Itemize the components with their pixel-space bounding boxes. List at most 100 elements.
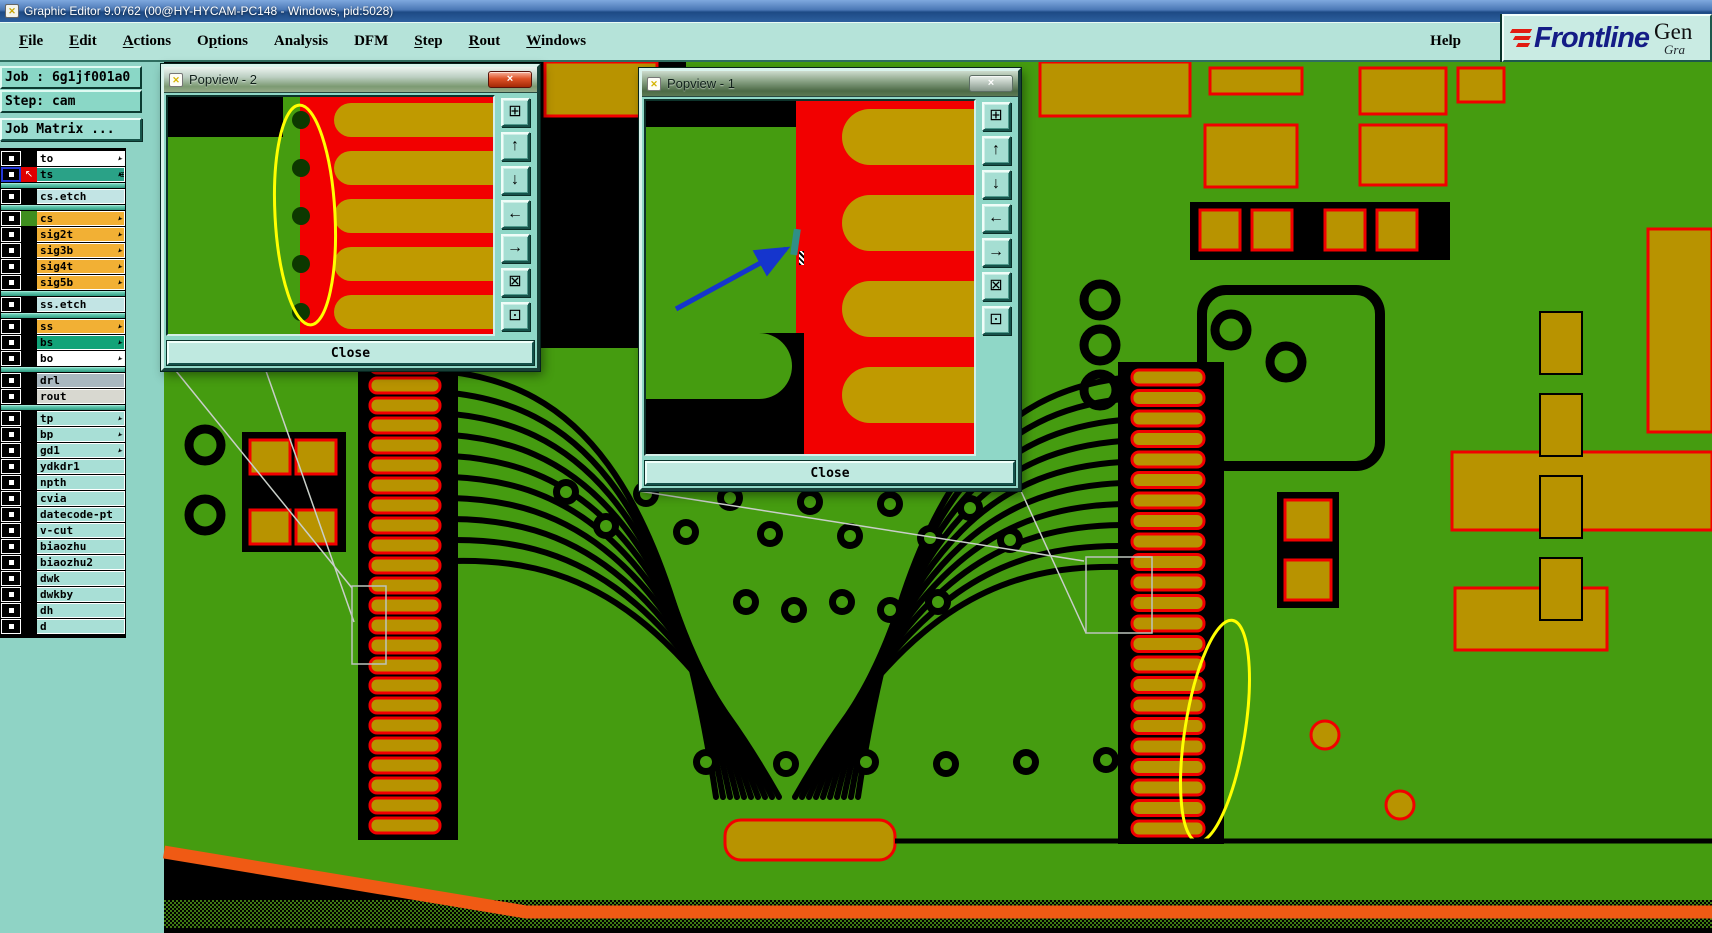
layer-visibility-checkbox[interactable] (1, 167, 21, 182)
layer-visibility-checkbox[interactable] (1, 523, 21, 538)
layer-color-swatch[interactable] (21, 571, 37, 586)
layer-name[interactable]: dwkby (37, 587, 125, 602)
layer-name[interactable]: d (37, 619, 125, 634)
layer-color-swatch[interactable] (21, 411, 37, 426)
layer-name[interactable]: rout (37, 389, 125, 404)
layer-visibility-checkbox[interactable] (1, 227, 21, 242)
layer-context-arrow-icon[interactable]: ➤ (113, 261, 124, 272)
layer-name[interactable]: bp ➤ (37, 427, 125, 442)
layer-color-swatch[interactable] (21, 319, 37, 334)
layer-context-arrow-icon[interactable]: ➤ (113, 229, 124, 240)
layer-visibility-checkbox[interactable] (1, 259, 21, 274)
zoom-fit-icon[interactable]: ⊠ (981, 272, 1011, 301)
layer-color-swatch[interactable] (21, 491, 37, 506)
layer-color-swatch[interactable] (21, 151, 37, 166)
layer-visibility-checkbox[interactable] (1, 475, 21, 490)
pan-right-icon[interactable]: → (500, 234, 530, 263)
layer-color-swatch[interactable] (21, 523, 37, 538)
layer-color-swatch[interactable] (21, 211, 37, 226)
pan-down-icon[interactable]: ↓ (500, 166, 530, 195)
layer-color-swatch[interactable] (21, 619, 37, 634)
layer-context-arrow-icon[interactable]: ➤ (113, 153, 124, 164)
duplicate-view-icon[interactable]: ⊞ (500, 98, 530, 127)
layer-visibility-checkbox[interactable] (1, 507, 21, 522)
popview-2-close-button[interactable]: × (488, 71, 532, 88)
layer-visibility-checkbox[interactable] (1, 319, 21, 334)
layer-visibility-checkbox[interactable] (1, 411, 21, 426)
layer-visibility-checkbox[interactable] (1, 539, 21, 554)
layer-visibility-checkbox[interactable] (1, 351, 21, 366)
menu-actions[interactable]: Actions (110, 29, 184, 54)
menu-file[interactable]: File (6, 29, 56, 54)
layer-name[interactable]: v-cut (37, 523, 125, 538)
layer-color-swatch[interactable] (21, 427, 37, 442)
layer-visibility-checkbox[interactable] (1, 151, 21, 166)
menu-analysis[interactable]: Analysis (261, 29, 341, 54)
layer-color-swatch[interactable] (21, 259, 37, 274)
pan-left-icon[interactable]: ← (981, 204, 1011, 233)
layer-color-swatch[interactable] (21, 459, 37, 474)
layer-visibility-checkbox[interactable] (1, 275, 21, 290)
layer-name[interactable]: ts ➤ ⊞ (37, 167, 125, 182)
pan-up-icon[interactable]: ↑ (500, 132, 530, 161)
pan-left-icon[interactable]: ← (500, 200, 530, 229)
layer-visibility-checkbox[interactable] (1, 243, 21, 258)
menu-dfm[interactable]: DFM (341, 29, 401, 54)
work-layer-icon[interactable]: ↖ (21, 167, 37, 182)
layer-visibility-checkbox[interactable] (1, 491, 21, 506)
layer-visibility-checkbox[interactable] (1, 389, 21, 404)
layer-color-swatch[interactable] (21, 389, 37, 404)
layer-name[interactable]: biaozhu (37, 539, 125, 554)
layer-color-swatch[interactable] (21, 587, 37, 602)
layer-name[interactable]: drl (37, 373, 125, 388)
layer-context-arrow-icon[interactable]: ➤ (113, 413, 124, 424)
layer-color-swatch[interactable] (21, 243, 37, 258)
popview-2-viewport[interactable] (166, 95, 495, 336)
center-view-icon[interactable]: ⊡ (500, 302, 530, 331)
layer-color-swatch[interactable] (21, 227, 37, 242)
layer-color-swatch[interactable] (21, 275, 37, 290)
layer-visibility-checkbox[interactable] (1, 603, 21, 618)
layer-name[interactable]: cs ➤ (37, 211, 125, 226)
layer-visibility-checkbox[interactable] (1, 189, 21, 204)
layer-visibility-checkbox[interactable] (1, 587, 21, 602)
layer-visibility-checkbox[interactable] (1, 373, 21, 388)
zoom-fit-icon[interactable]: ⊠ (500, 268, 530, 297)
menu-step[interactable]: Step (401, 29, 455, 54)
popview-2-close-bar-button[interactable]: Close (167, 341, 534, 365)
layer-name[interactable]: sig5b ➤ (37, 275, 125, 290)
menu-windows[interactable]: Windows (513, 29, 599, 54)
layer-name[interactable]: sig3b ➤ (37, 243, 125, 258)
menu-help[interactable]: Help (1417, 29, 1474, 54)
popview-1-close-bar-button[interactable]: Close (645, 461, 1015, 485)
pan-right-icon[interactable]: → (981, 238, 1011, 267)
layer-color-swatch[interactable] (21, 443, 37, 458)
menu-edit[interactable]: Edit (56, 29, 110, 54)
layer-name[interactable]: cvia (37, 491, 125, 506)
duplicate-view-icon[interactable]: ⊞ (981, 102, 1011, 131)
layer-context-arrow-icon[interactable]: ➤ (113, 321, 124, 332)
layer-visibility-checkbox[interactable] (1, 211, 21, 226)
layer-name[interactable]: ss ➤ (37, 319, 125, 334)
layer-name[interactable]: tp ➤ (37, 411, 125, 426)
center-view-icon[interactable]: ⊡ (981, 306, 1011, 335)
layer-color-swatch[interactable] (21, 297, 37, 312)
layer-color-swatch[interactable] (21, 351, 37, 366)
layer-color-swatch[interactable] (21, 189, 37, 204)
layer-color-swatch[interactable] (21, 335, 37, 350)
layer-name[interactable]: datecode-pt (37, 507, 125, 522)
layer-name[interactable]: sig4t ➤ (37, 259, 125, 274)
layer-name[interactable]: gd1 ➤ (37, 443, 125, 458)
layer-color-swatch[interactable] (21, 555, 37, 570)
popview-1-viewport[interactable] (644, 99, 976, 456)
layer-color-swatch[interactable] (21, 539, 37, 554)
pan-down-icon[interactable]: ↓ (981, 170, 1011, 199)
layer-context-arrow-icon[interactable]: ➤ (113, 353, 124, 364)
layer-name[interactable]: bs ➤ (37, 335, 125, 350)
popview-1-titlebar[interactable]: ✕ Popview - 1 × (642, 71, 1018, 97)
layer-name[interactable]: bo ➤ (37, 351, 125, 366)
pan-up-icon[interactable]: ↑ (981, 136, 1011, 165)
layer-color-swatch[interactable] (21, 475, 37, 490)
layer-name[interactable]: ydkdr1 (37, 459, 125, 474)
popview-2-titlebar[interactable]: ✕ Popview - 2 × (164, 67, 537, 93)
